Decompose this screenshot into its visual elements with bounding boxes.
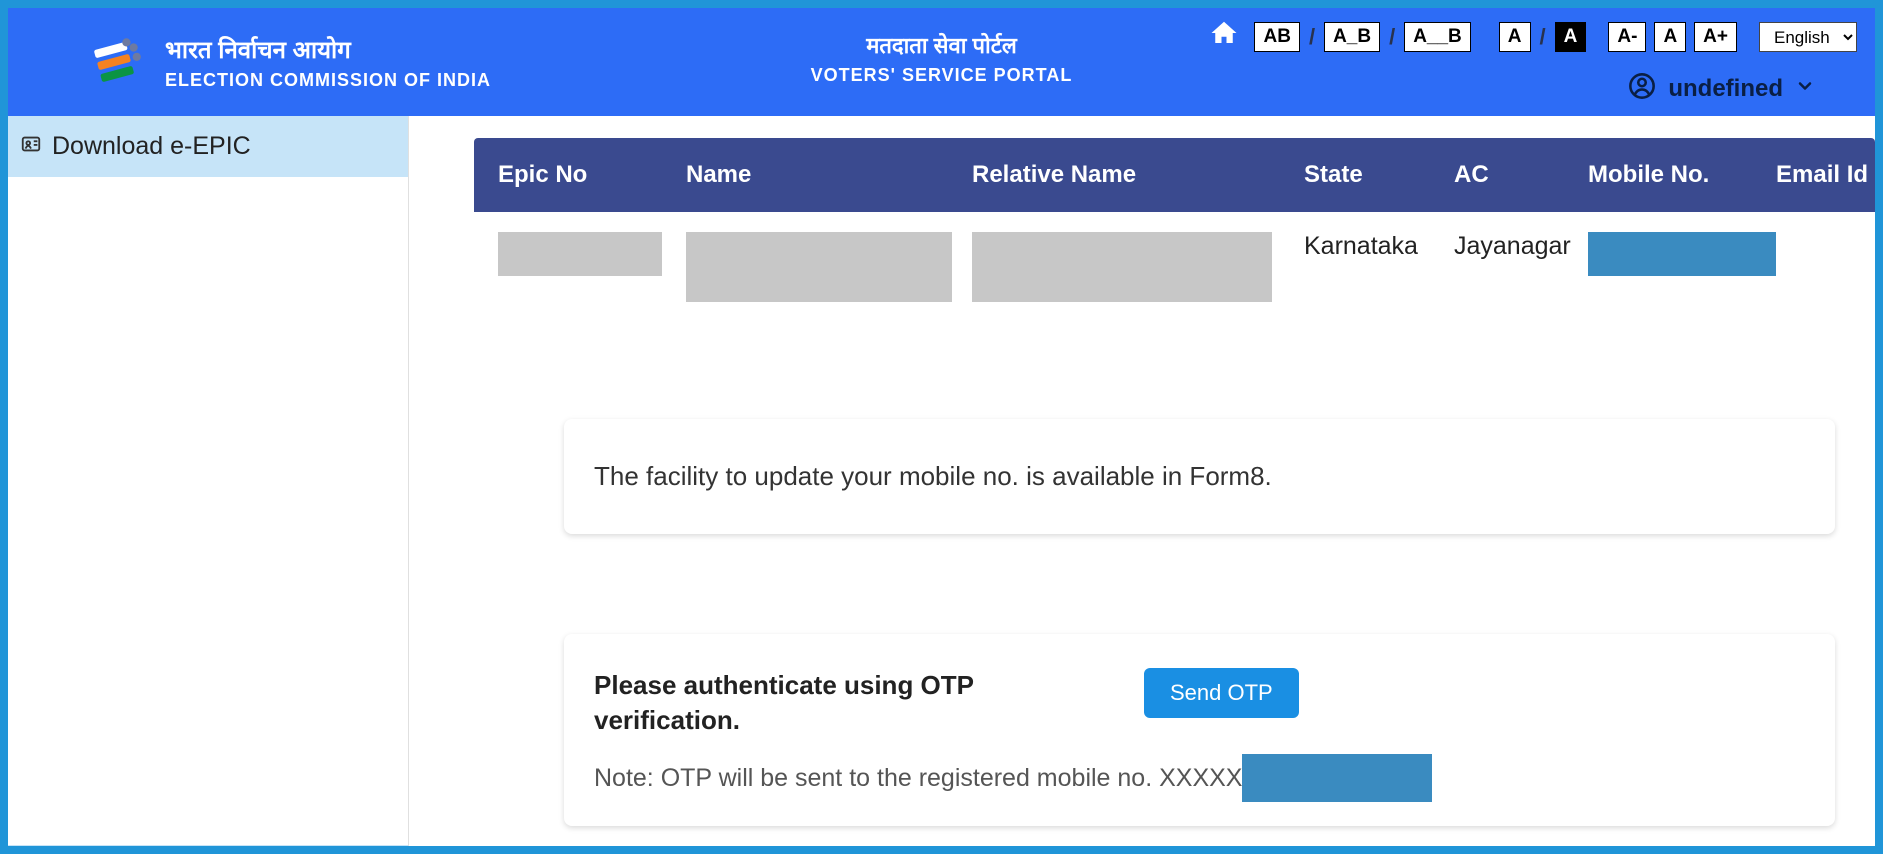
col-relative: Relative Name <box>968 161 1300 189</box>
font-normal[interactable]: A <box>1654 22 1686 52</box>
header: भारत निर्वाचन आयोग ELECTION COMMISSION O… <box>8 8 1875 116</box>
letter-spacing-wider[interactable]: A__B <box>1404 22 1471 52</box>
sidebar-item-label: Download e-EPIC <box>52 132 251 161</box>
col-state: State <box>1300 161 1450 189</box>
org-title-hindi: भारत निर्वाचन आयोग <box>165 33 491 66</box>
cell-ac: Jayanagar <box>1450 232 1584 261</box>
org-title-english: ELECTION COMMISSION OF INDIA <box>165 70 491 91</box>
logo-block: भारत निर्वाचन आयोग ELECTION COMMISSION O… <box>83 31 491 93</box>
redacted-mobile-partial <box>1242 754 1432 802</box>
id-card-icon <box>20 133 42 161</box>
col-ac: AC <box>1450 161 1584 189</box>
redacted-name <box>686 232 952 302</box>
app-window: भारत निर्वाचन आयोग ELECTION COMMISSION O… <box>8 8 1875 846</box>
info-card: The facility to update your mobile no. i… <box>564 419 1835 534</box>
table-row: Karnataka Jayanagar <box>474 212 1875 309</box>
info-text: The facility to update your mobile no. i… <box>594 461 1272 491</box>
otp-instruction: Please authenticate using OTP verificati… <box>594 668 974 738</box>
otp-card: Please authenticate using OTP verificati… <box>564 634 1835 826</box>
user-icon <box>1628 72 1656 105</box>
col-epic: Epic No <box>494 161 682 189</box>
cell-state: Karnataka <box>1300 232 1450 261</box>
eci-logo <box>83 31 145 93</box>
redacted-relative <box>972 232 1272 302</box>
sidebar-item-download-epic[interactable]: Download e-EPIC <box>8 116 408 177</box>
letter-spacing-normal[interactable]: AB <box>1254 22 1299 52</box>
send-otp-button[interactable]: Send OTP <box>1144 668 1299 718</box>
separator: / <box>1389 24 1395 50</box>
contrast-normal[interactable]: A <box>1499 22 1531 52</box>
portal-title-english: VOTERS' SERVICE PORTAL <box>811 65 1073 86</box>
letter-spacing-wide[interactable]: A_B <box>1324 22 1380 52</box>
separator: / <box>1540 24 1546 50</box>
portal-title-block: मतदाता सेवा पोर्टल VOTERS' SERVICE PORTA… <box>811 30 1073 86</box>
separator: / <box>1309 24 1315 50</box>
col-name: Name <box>682 161 968 189</box>
otp-note-text: Note: OTP will be sent to the registered… <box>594 764 1242 793</box>
col-email: Email Id <box>1772 161 1872 189</box>
user-name-label: undefined <box>1668 75 1783 103</box>
font-increase[interactable]: A+ <box>1694 22 1737 52</box>
language-select[interactable]: English <box>1759 22 1857 52</box>
col-mobile: Mobile No. <box>1584 161 1772 189</box>
chevron-down-icon <box>1795 76 1815 102</box>
home-icon[interactable] <box>1208 18 1240 56</box>
accessibility-controls: AB / A_B / A__B A / A A- A A+ English <box>1208 18 1857 56</box>
portal-title-hindi: मतदाता सेवा पोर्टल <box>811 30 1073 60</box>
main-content: Epic No Name Relative Name State AC Mobi… <box>409 116 1875 846</box>
user-menu[interactable]: undefined <box>1628 72 1815 105</box>
contrast-high[interactable]: A <box>1555 22 1587 52</box>
results-table-header: Epic No Name Relative Name State AC Mobi… <box>474 138 1875 212</box>
body: Download e-EPIC Epic No Name Relative Na… <box>8 116 1875 846</box>
font-decrease[interactable]: A- <box>1608 22 1646 52</box>
otp-note: Note: OTP will be sent to the registered… <box>594 754 1805 802</box>
sidebar: Download e-EPIC <box>8 116 409 846</box>
org-title-block: भारत निर्वाचन आयोग ELECTION COMMISSION O… <box>165 33 491 91</box>
redacted-epic <box>498 232 662 276</box>
redacted-mobile <box>1588 232 1776 276</box>
